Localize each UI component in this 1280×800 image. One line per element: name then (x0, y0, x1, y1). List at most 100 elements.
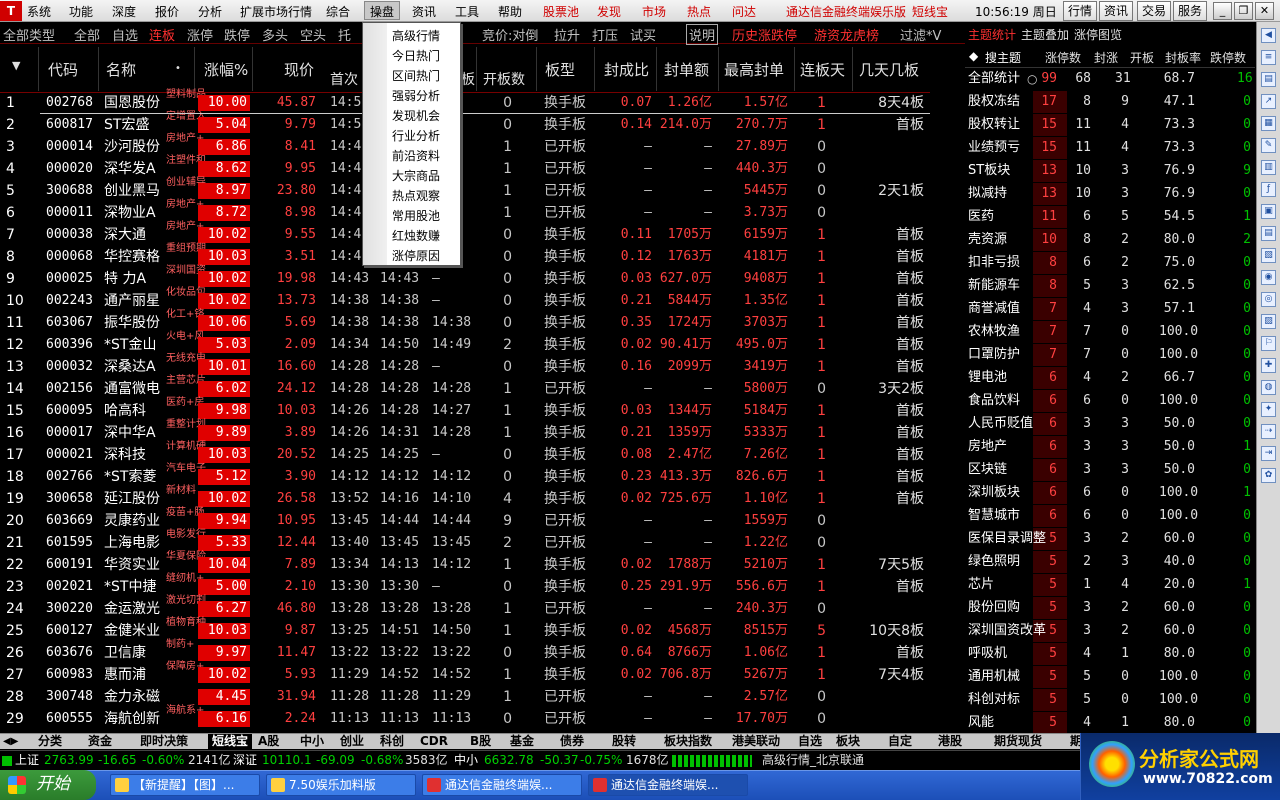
tab-limit-chart[interactable]: 涨停图览 (1074, 26, 1122, 43)
btn-trade[interactable]: 交易 (1137, 1, 1171, 21)
header-opened[interactable]: 开板 (1130, 49, 1154, 66)
bottom-tab[interactable]: 自选 (798, 734, 822, 750)
menu-quote[interactable]: 报价 (155, 3, 179, 20)
theme-row[interactable]: 医保目录调整 5 3 2 60.0 0 (965, 528, 1255, 551)
header-first[interactable]: 首次 (330, 69, 358, 89)
tab-pull-up[interactable]: 拉升 (554, 25, 580, 44)
dropdown-item[interactable]: 发现机会 (392, 107, 440, 124)
header-board-type[interactable]: 板型 (545, 59, 575, 80)
bottom-tab[interactable]: 资金 (88, 734, 112, 750)
tab-theme-overlay[interactable]: 主题叠加 (1021, 26, 1069, 43)
toolbar-tool-icon[interactable]: ▥ (1261, 160, 1276, 175)
restore-icon[interactable]: ❐ (1234, 2, 1253, 20)
toolbar-tool-icon[interactable]: ✎ (1261, 138, 1276, 153)
tab-hot-money[interactable]: 游资龙虎榜 (814, 25, 879, 44)
dropdown-item[interactable]: 强弱分析 (392, 87, 440, 104)
theme-row[interactable]: 商誉减值 7 4 3 57.1 0 (965, 298, 1255, 321)
filter-dropdown[interactable]: 过滤*V (900, 25, 941, 44)
table-row[interactable]: 29 600555 海航创新 海航系+ 6.16 2.24 11:13 11:13 11:13 0… (0, 705, 930, 731)
table-row[interactable]: 11 603067 振华股份 化工+铬 10.06 5.69 14:38 14:38 14:38… (0, 309, 930, 335)
header-search-theme[interactable]: 搜主题 (985, 49, 1021, 66)
table-row[interactable]: 6 000011 深物业A 房地产+ 8.72 8.98 14:46 1 已开板 – –3.73万 0 (0, 199, 930, 225)
theme-row[interactable]: 医药 11 6 5 54.5 1 (965, 206, 1255, 229)
menu-market[interactable]: 市场 (642, 3, 666, 20)
toolbar-tool-icon[interactable]: ↗ (1261, 94, 1276, 109)
dropdown-item[interactable]: 高级行情 (392, 27, 440, 44)
bottom-tab[interactable]: 自定 (888, 734, 912, 750)
theme-row[interactable]: 风能 5 4 1 80.0 0 (965, 712, 1255, 735)
toolbar-tool-icon[interactable]: ◉ (1261, 270, 1276, 285)
dropdown-item[interactable]: 区间热门 (392, 67, 440, 84)
header-board-suffix[interactable]: 板 (461, 69, 475, 89)
theme-row[interactable]: 呼吸机 5 4 1 80.0 0 (965, 643, 1255, 666)
bottom-tab[interactable]: 中小 (300, 734, 324, 750)
table-row[interactable]: 25 600127 金健米业 植物育种 10.03 9.87 13:25 14:51 14:50… (0, 617, 930, 643)
toolbar-tool-icon[interactable]: ⚐ (1261, 336, 1276, 351)
tab-limit-up[interactable]: 涨停 (187, 25, 213, 44)
toolbar-tool-icon[interactable]: ⇢ (1261, 424, 1276, 439)
tab-history-limit[interactable]: 历史涨跌停 (732, 25, 797, 44)
table-row[interactable]: 17 000021 深科技 计算机硬 10.03 20.52 14:25 14:25–0 换手板… (0, 441, 930, 467)
theme-row[interactable]: 拟减持 13 10 3 76.9 0 (965, 183, 1255, 206)
table-row[interactable]: 3000014沙河股份房地产+6.868.4114:4881已开板––27.89… (0, 133, 930, 159)
table-row[interactable]: 24 300220 金运激光 激光切割 6.27 46.80 13:28 13:28 13:28… (0, 595, 930, 621)
menu-extended-market[interactable]: 扩展市场行情 (240, 3, 312, 20)
btn-quotes[interactable]: 行情 (1063, 1, 1097, 21)
dropdown-item[interactable]: 红烛数赚 (392, 227, 440, 244)
toolbar-tool-icon[interactable]: ▣ (1261, 204, 1276, 219)
theme-row[interactable]: 股份回购 5 3 2 60.0 0 (965, 597, 1255, 620)
sort-arrow-icon[interactable]: ▼ (12, 59, 20, 72)
close-icon[interactable]: ✕ (1255, 2, 1274, 20)
dropdown-item[interactable]: 前沿资料 (392, 147, 440, 164)
dropdown-item[interactable]: 行业分析 (392, 127, 440, 144)
menu-comprehensive[interactable]: 综合 (326, 3, 350, 20)
menu-info[interactable]: 资讯 (412, 3, 436, 20)
bottom-tab[interactable]: 即时决策 (140, 734, 188, 750)
toolbar-tool-icon[interactable]: ≡ (1261, 50, 1276, 65)
table-row[interactable]: 18 002766 *ST索菱 汽车电子 5.12 3.90 14:12 14:12 14:12… (0, 463, 930, 489)
theme-row[interactable]: 业绩预亏 15 11 4 73.3 0 (965, 137, 1255, 160)
menu-help[interactable]: 帮助 (498, 3, 522, 20)
toolbar-tool-icon[interactable]: ✿ (1261, 468, 1276, 483)
search-theme-icon[interactable]: ◆ (969, 49, 978, 63)
tab-press-down[interactable]: 打压 (592, 25, 618, 44)
menu-wenda[interactable]: 问达 (732, 3, 756, 20)
table-row[interactable]: 7 000038 深大通 房地产+ 10.02 9.55 14:46 0 换手板 0.11 1705… (0, 221, 930, 247)
table-row[interactable]: 13 000032 深桑达A 无线充电 10.01 16.60 14:28 14:28–0 换手… (0, 353, 930, 379)
bottom-tab[interactable]: 期货现货 (994, 734, 1042, 750)
table-row[interactable]: 8000068华控赛格重组预期10.033.5114:4550换手板0.1217… (0, 243, 930, 269)
header-sealed[interactable]: 封涨 (1094, 49, 1118, 66)
bottom-tab[interactable]: 港美联动 (732, 734, 780, 750)
dropdown-item[interactable]: 今日热门 (392, 47, 440, 64)
task-new-reminder[interactable]: 【新提醒】【图】... (110, 774, 260, 796)
tab-theme-stats[interactable]: 主题统计 (968, 26, 1016, 43)
theme-row[interactable]: 扣非亏损 8 6 2 75.0 0 (965, 252, 1255, 275)
theme-row[interactable]: 股权冻结 17 8 9 47.1 0 (965, 91, 1255, 114)
theme-row[interactable]: 人民币贬值 6 3 3 50.0 0 (965, 413, 1255, 436)
table-row[interactable]: 2 600817 ST宏盛 定增置入 5.04 9.79 14:50 0 换手板 0.14 214.… (0, 111, 930, 137)
table-row[interactable]: 27 600983 惠而浦 保障房+ 10.02 5.93 11:29 14:52 14:52 1… (0, 661, 930, 687)
task-folder[interactable]: 7.50娱乐加料版 (266, 774, 416, 796)
theme-row[interactable]: 芯片 5 1 4 20.0 1 (965, 574, 1255, 597)
table-row[interactable]: 12 600396 *ST金山 火电+风 5.03 2.09 14:34 14:50 14:49… (0, 331, 930, 357)
tab-all-types[interactable]: 全部类型 (3, 25, 55, 44)
theme-row[interactable]: 深圳国资改革 5 3 2 60.0 0 (965, 620, 1255, 643)
toolbar-tool-icon[interactable]: ƒ (1261, 182, 1276, 197)
table-row[interactable]: 4000020深华发A注塑件和8.629.9514:4791已开板––440.3… (0, 155, 930, 181)
task-tdx-1[interactable]: 通达信金融终端娱... (422, 774, 582, 796)
bottom-tab[interactable]: 港股 (938, 734, 962, 750)
tab-limit-down[interactable]: 跌停 (224, 25, 250, 44)
table-row[interactable]: 1 002768 国恩股份 塑料制品 10.00 45.87 14:55 0 换手板 0.07 1.… (0, 89, 930, 115)
header-name[interactable]: 名称 (106, 59, 136, 80)
toolbar-tool-icon[interactable]: ▤ (1261, 72, 1276, 87)
bottom-tab[interactable]: B股 (470, 734, 491, 750)
menu-stock-pool[interactable]: 股票池 (543, 3, 579, 20)
table-row[interactable]: 23 002021 *ST中捷 缝纫机+ 5.00 2.10 13:30 13:30–0 换手板… (0, 573, 930, 599)
header-price[interactable]: 现价 (284, 59, 314, 80)
btn-service[interactable]: 服务 (1173, 1, 1207, 21)
header-open-count[interactable]: 开板数 (483, 69, 525, 89)
header-days-boards[interactable]: 几天几板 (859, 59, 919, 80)
summary-row[interactable]: 全部统计 ○ 99 68 31 68.7 16 (965, 68, 1255, 91)
menu-hotspot[interactable]: 热点 (687, 3, 711, 20)
table-row[interactable]: 26 603676 卫信康 制药+ 9.97 11.47 13:22 13:22 13:22 0 换… (0, 639, 930, 665)
